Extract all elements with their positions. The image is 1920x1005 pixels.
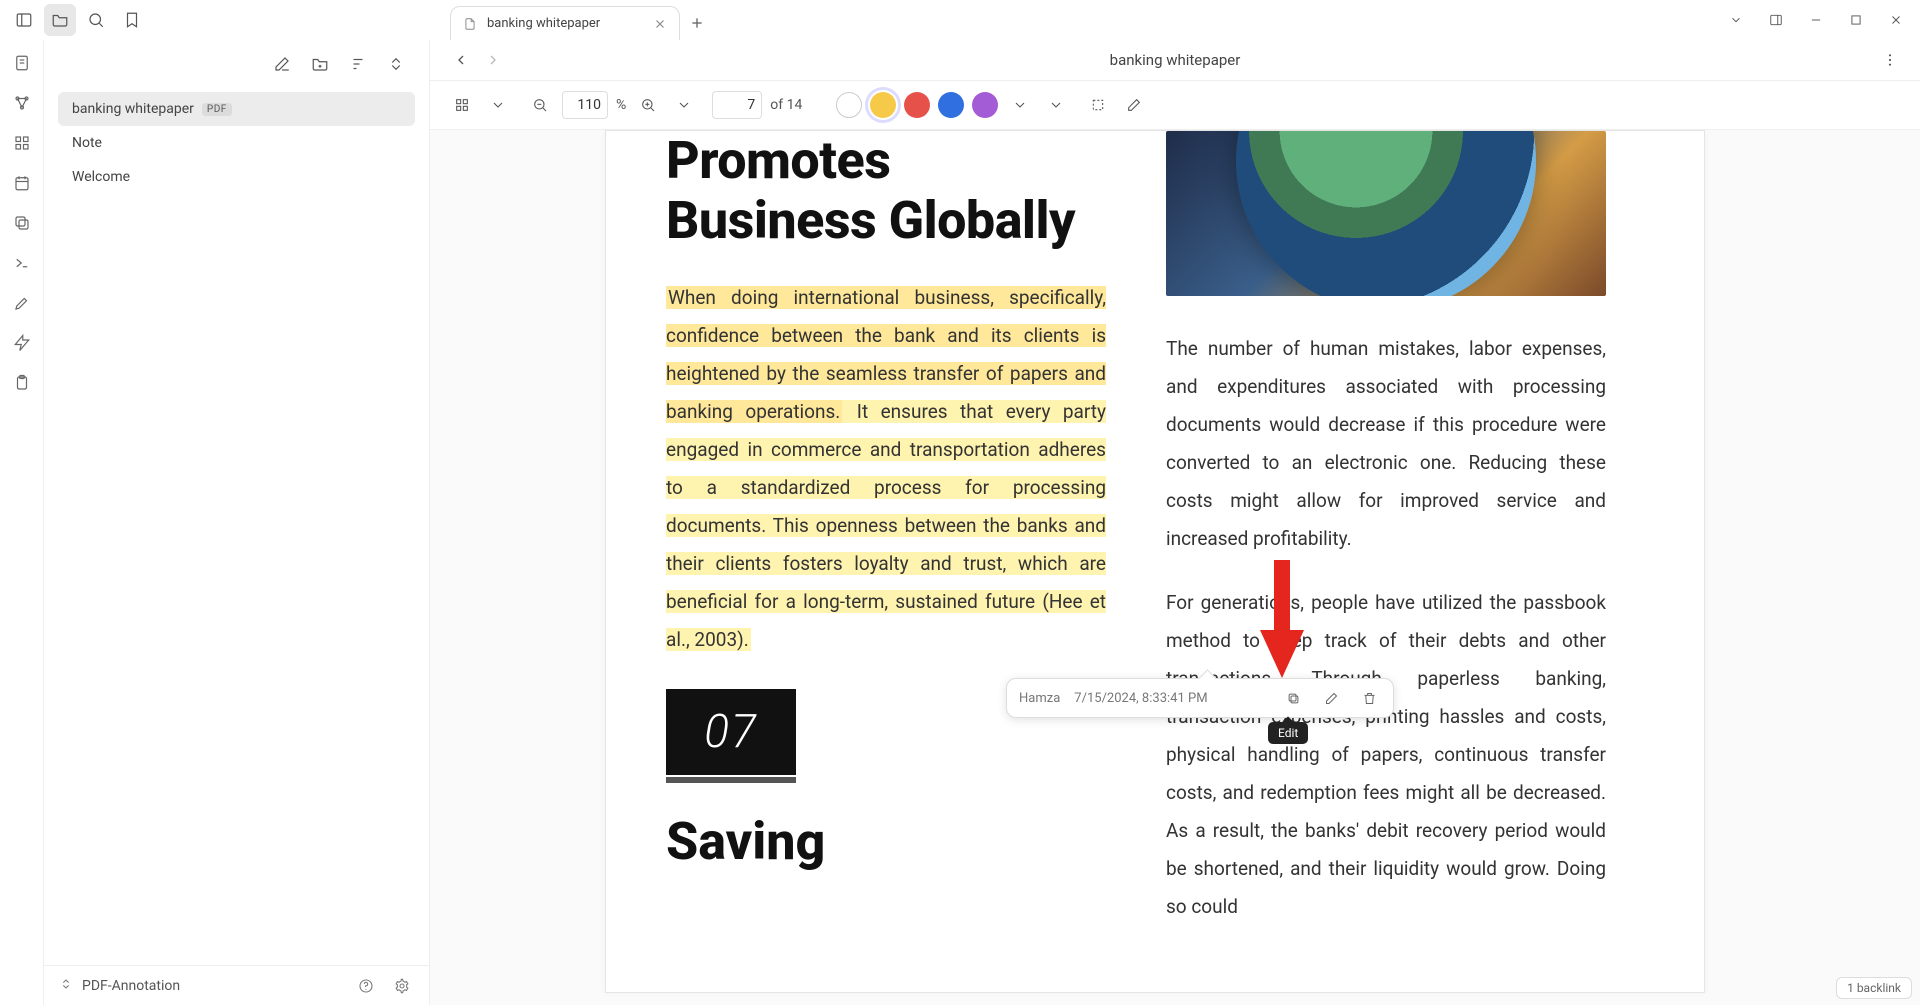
- flash-icon[interactable]: [11, 332, 33, 354]
- area-select-icon[interactable]: [1084, 91, 1112, 119]
- window-top-left-controls: [0, 4, 148, 36]
- zoom-dropdown-icon[interactable]: [670, 91, 698, 119]
- sidebar-item-banking-whitepaper[interactable]: banking whitepaper PDF: [58, 92, 415, 126]
- annotation-edit-button[interactable]: [1319, 686, 1343, 710]
- maximize-button[interactable]: [1838, 4, 1874, 36]
- minimize-button[interactable]: [1798, 4, 1834, 36]
- collapse-icon[interactable]: [381, 49, 411, 79]
- annotation-author: Hamza: [1019, 691, 1060, 706]
- sidebar-item-label: Welcome: [72, 169, 130, 185]
- terminal-icon[interactable]: [11, 252, 33, 274]
- close-window-button[interactable]: [1878, 4, 1914, 36]
- left-column: Promotes Business Globally When doing in…: [666, 131, 1106, 952]
- graph-icon[interactable]: [11, 92, 33, 114]
- document-header: banking whitepaper: [430, 40, 1920, 80]
- highlight-color-purple[interactable]: [972, 92, 998, 118]
- more-menu-icon[interactable]: [1878, 48, 1902, 72]
- folder-button[interactable]: [44, 4, 76, 36]
- window-top-bar: banking whitepaper: [0, 0, 1920, 40]
- help-icon[interactable]: [353, 973, 379, 999]
- edit-icon[interactable]: [1120, 91, 1148, 119]
- sidebar-item-label: banking whitepaper: [72, 101, 194, 117]
- note-icon[interactable]: [11, 52, 33, 74]
- window-controls: [1718, 0, 1914, 40]
- document-tab[interactable]: banking whitepaper: [450, 6, 680, 40]
- sidebar-file-list: banking whitepaper PDF Note Welcome: [44, 88, 429, 965]
- annotation-popover: Hamza 7/15/2024, 8:33:41 PM: [1006, 678, 1394, 718]
- zoom-input[interactable]: [562, 91, 608, 119]
- highlight-color-white[interactable]: [836, 92, 862, 118]
- sidebar-item-welcome[interactable]: Welcome: [58, 160, 415, 194]
- split-view-button[interactable]: [1758, 4, 1794, 36]
- highlighted-paragraph[interactable]: When doing international business, speci…: [666, 279, 1106, 659]
- search-button[interactable]: [80, 4, 112, 36]
- body-paragraph: The number of human mistakes, labor expe…: [1166, 330, 1606, 558]
- pdf-canvas[interactable]: Promotes Business Globally When doing in…: [430, 130, 1920, 1005]
- section-heading-2: Saving: [666, 811, 1106, 872]
- body-paragraph: For generations, people have utilized th…: [1166, 584, 1606, 926]
- sync-icon: [58, 976, 74, 996]
- compose-icon[interactable]: [267, 49, 297, 79]
- chevron-down-icon[interactable]: [1718, 4, 1754, 36]
- section-number-box: 07: [666, 689, 796, 775]
- right-column: The number of human mistakes, labor expe…: [1166, 131, 1606, 952]
- annotation-timestamp: 7/15/2024, 8:33:41 PM: [1074, 691, 1267, 706]
- sidebar-item-note[interactable]: Note: [58, 126, 415, 160]
- new-tab-button[interactable]: [680, 6, 714, 40]
- nav-back-button[interactable]: [448, 47, 474, 73]
- backlink-chip[interactable]: 1 backlink: [1836, 977, 1912, 999]
- globe-image: [1166, 131, 1606, 296]
- clipboard-icon[interactable]: [11, 372, 33, 394]
- edit-tooltip: Edit: [1268, 722, 1308, 744]
- document-tab-bar: banking whitepaper: [450, 0, 714, 40]
- page-of-label: of 14: [770, 97, 802, 113]
- new-folder-icon[interactable]: [305, 49, 335, 79]
- left-icon-rail: [0, 40, 44, 1005]
- sidebar-footer-label: PDF-Annotation: [82, 978, 180, 994]
- zoom-out-icon[interactable]: [526, 91, 554, 119]
- annotation-copy-button[interactable]: [1281, 686, 1305, 710]
- sidebar-footer: PDF-Annotation: [44, 965, 429, 1005]
- highlight-region[interactable]: It ensures that every party engaged in c…: [666, 400, 1106, 651]
- highlighter-icon[interactable]: [11, 292, 33, 314]
- sidebar-panel: banking whitepaper PDF Note Welcome PDF-…: [44, 40, 430, 1005]
- highlight-dropdown-icon[interactable]: [1006, 91, 1034, 119]
- bookmark-button[interactable]: [116, 4, 148, 36]
- annotation-dropdown-icon[interactable]: [1042, 91, 1070, 119]
- annotation-delete-button[interactable]: [1357, 686, 1381, 710]
- close-tab-icon[interactable]: [653, 17, 667, 31]
- page-number-input[interactable]: [712, 91, 762, 119]
- sidebar-item-label: Note: [72, 135, 102, 151]
- panel-toggle-button[interactable]: [8, 4, 40, 36]
- nav-forward-button[interactable]: [480, 47, 506, 73]
- sidebar-toolbar: [44, 40, 429, 88]
- copy-icon[interactable]: [11, 212, 33, 234]
- highlight-color-red[interactable]: [904, 92, 930, 118]
- thumbnails-icon[interactable]: [448, 91, 476, 119]
- pdf-page: Promotes Business Globally When doing in…: [605, 130, 1705, 993]
- pdf-badge: PDF: [202, 103, 232, 116]
- highlight-color-yellow[interactable]: [870, 92, 896, 118]
- main-area: banking whitepaper % of 14: [430, 40, 1920, 1005]
- highlight-color-blue[interactable]: [938, 92, 964, 118]
- thumbnails-dropdown-icon[interactable]: [484, 91, 512, 119]
- settings-icon[interactable]: [389, 973, 415, 999]
- file-icon: [463, 17, 477, 31]
- document-title: banking whitepaper: [1110, 51, 1241, 69]
- document-tab-title: banking whitepaper: [487, 16, 600, 31]
- calendar-icon[interactable]: [11, 172, 33, 194]
- zoom-in-icon[interactable]: [634, 91, 662, 119]
- grid-icon[interactable]: [11, 132, 33, 154]
- zoom-percent-label: %: [616, 97, 626, 113]
- sort-icon[interactable]: [343, 49, 373, 79]
- pdf-toolbar: % of 14: [430, 80, 1920, 130]
- section-heading: Promotes Business Globally: [666, 131, 1106, 251]
